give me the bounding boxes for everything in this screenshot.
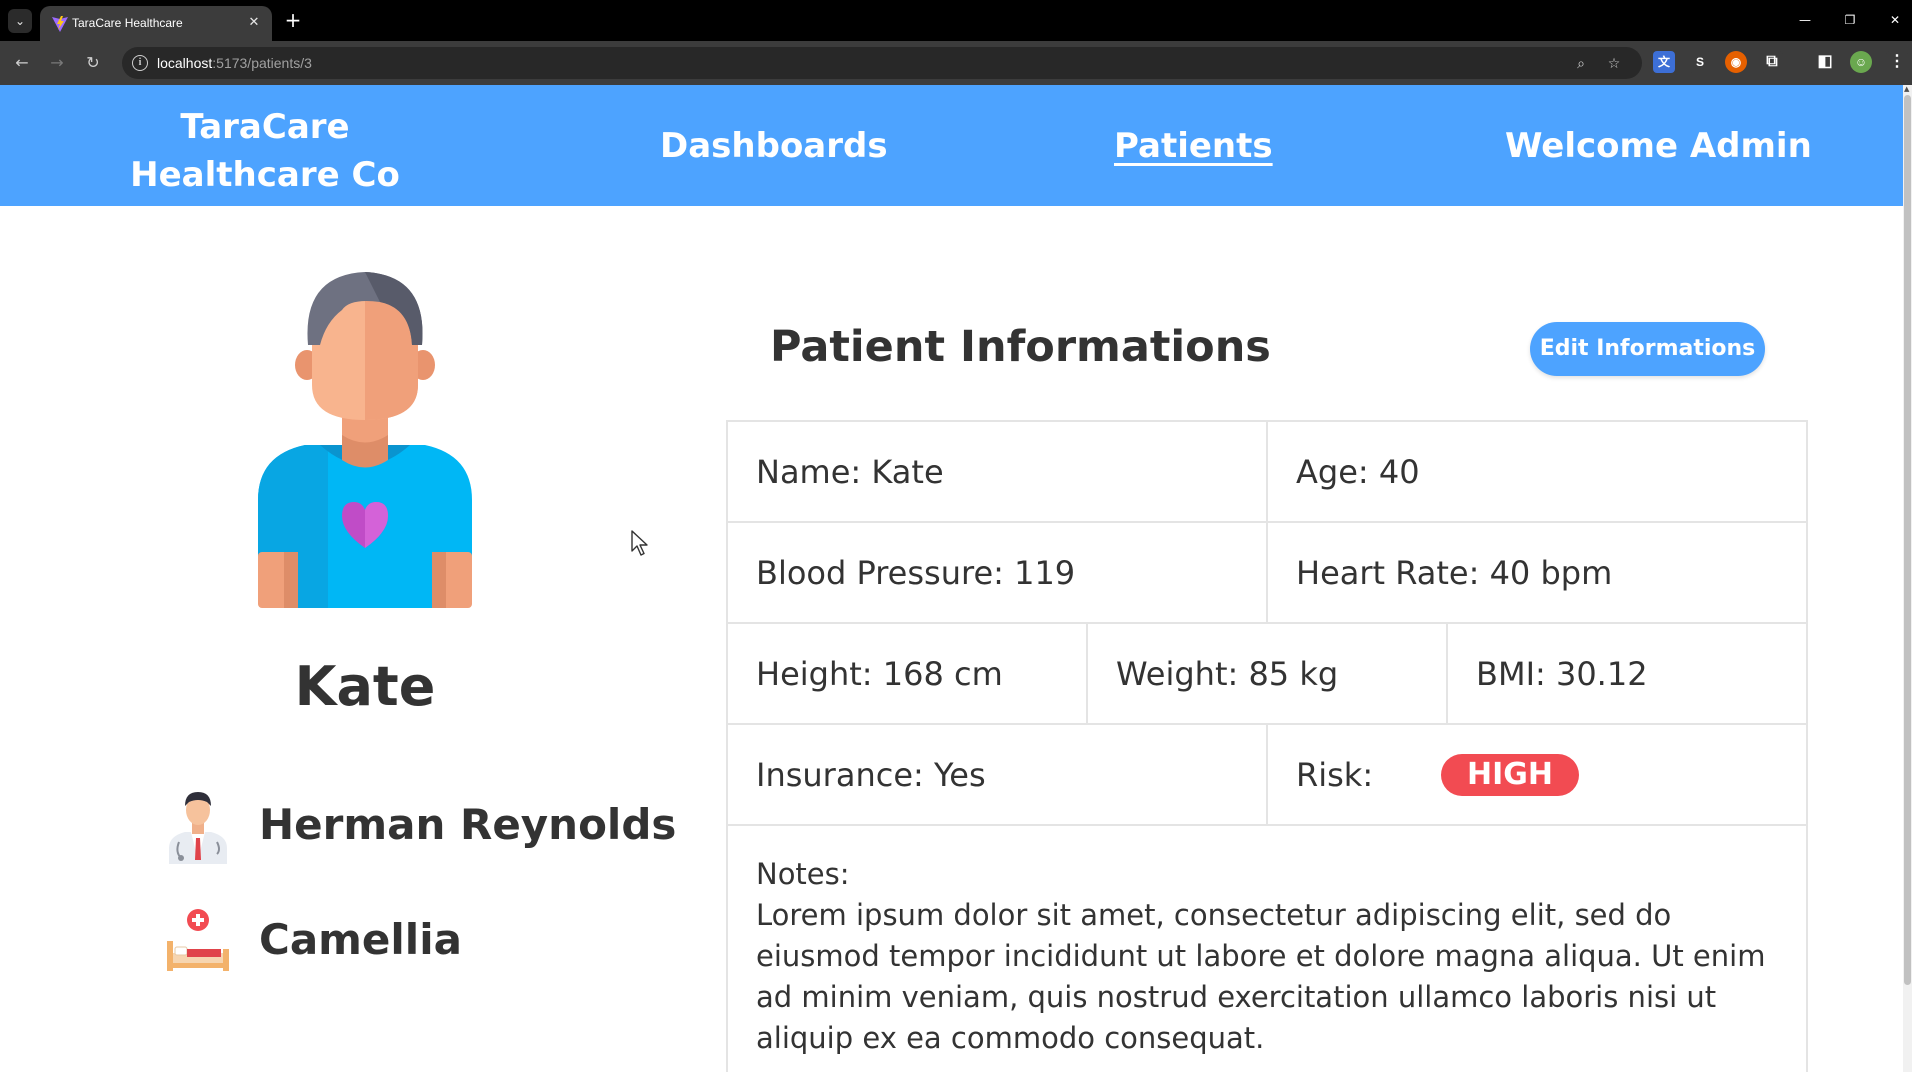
new-tab-icon[interactable]: +: [280, 7, 306, 33]
address-bar[interactable]: i localhost:5173/patients/3 ⌕ ☆: [122, 47, 1642, 79]
app-navbar: TaraCare Healthcare Co Dashboards Patien…: [0, 85, 1903, 206]
patient-info-grid: Name: Kate Age: 40 Blood Pressure: 119 H…: [726, 420, 1808, 1072]
brand-logo-text[interactable]: TaraCare Healthcare Co: [120, 103, 410, 199]
menu-kebab-icon[interactable]: ⋮: [1886, 51, 1908, 73]
height-field: Height: 168 cm: [728, 624, 1088, 723]
minimize-icon[interactable]: —: [1788, 6, 1822, 34]
weight-field: Weight: 85 kg: [1088, 624, 1448, 723]
blood-pressure-field: Blood Pressure: 119: [728, 523, 1268, 622]
browser-tab[interactable]: TaraCare Healthcare ✕: [40, 6, 272, 41]
reload-icon[interactable]: ↻: [80, 50, 106, 76]
insurance-field: Insurance: Yes: [728, 725, 1268, 824]
page-scrollbar[interactable]: ▲: [1903, 85, 1912, 1072]
nav-welcome-admin[interactable]: Welcome Admin: [1505, 123, 1812, 169]
notes-field: Notes: Lorem ipsum dolor sit amet, conse…: [726, 824, 1808, 1072]
tab-close-icon[interactable]: ✕: [244, 13, 264, 33]
vite-favicon-icon: [52, 16, 68, 32]
mouse-cursor-icon: [631, 530, 648, 556]
firefox-extension-icon[interactable]: ◉: [1725, 51, 1747, 73]
tab-search-icon[interactable]: ⌄: [8, 9, 32, 33]
scroll-up-arrow-icon[interactable]: ▲: [1904, 85, 1909, 93]
risk-field: Risk: HIGH: [1268, 725, 1808, 824]
window-close-icon[interactable]: ✕: [1878, 6, 1912, 34]
info-row-4: Insurance: Yes Risk: HIGH: [726, 723, 1808, 824]
browser-tab-strip: ⌄ TaraCare Healthcare ✕ + — ❐ ✕: [0, 0, 1912, 41]
translate-extension-icon[interactable]: 文: [1653, 51, 1675, 73]
brand-line-2: Healthcare Co: [130, 155, 400, 195]
doctor-name: Herman Reynolds: [259, 800, 677, 849]
browser-toolbar: ← → ↻ i localhost:5173/patients/3 ⌕ ☆: [0, 41, 1912, 85]
age-field: Age: 40: [1268, 422, 1808, 521]
bookmark-star-icon[interactable]: ☆: [1603, 53, 1625, 75]
back-icon[interactable]: ←: [9, 50, 35, 76]
site-info-icon[interactable]: i: [132, 55, 148, 71]
restore-icon[interactable]: ❐: [1833, 6, 1867, 34]
zoom-icon[interactable]: ⌕: [1570, 53, 1592, 75]
url-path: :5173/patients/3: [212, 55, 312, 71]
patient-info-title: Patient Informations: [770, 322, 1271, 372]
info-row-1: Name: Kate Age: 40: [726, 420, 1808, 521]
name-field: Name: Kate: [728, 422, 1268, 521]
notes-label: Notes:: [756, 857, 850, 891]
info-row-3: Height: 168 cm Weight: 85 kg BMI: 30.12: [726, 622, 1808, 723]
patient-avatar-icon: [258, 272, 472, 608]
doctor-icon: [169, 792, 227, 864]
info-row-2: Blood Pressure: 119 Heart Rate: 40 bpm: [726, 521, 1808, 622]
url-text[interactable]: localhost:5173/patients/3: [157, 47, 312, 79]
s-extension-icon[interactable]: S: [1689, 51, 1711, 73]
edit-informations-button[interactable]: Edit Informations: [1530, 322, 1765, 376]
profile-avatar-icon[interactable]: ☺: [1850, 51, 1872, 73]
url-host: localhost: [157, 55, 213, 71]
bmi-field: BMI: 30.12: [1448, 624, 1808, 723]
tab-title: TaraCare Healthcare: [72, 16, 183, 30]
forward-icon[interactable]: →: [44, 50, 70, 76]
extensions-puzzle-icon[interactable]: ⧉: [1761, 51, 1783, 73]
nav-dashboards-link[interactable]: Dashboards: [660, 123, 888, 169]
patient-avatar: [250, 270, 480, 610]
risk-badge: HIGH: [1441, 753, 1580, 796]
heart-rate-field: Heart Rate: 40 bpm: [1268, 523, 1808, 622]
risk-label: Risk:: [1296, 755, 1374, 794]
brand-line-1: TaraCare: [180, 107, 350, 147]
notes-text: Lorem ipsum dolor sit amet, consectetur …: [756, 898, 1766, 1055]
patient-name-heading: Kate: [294, 655, 436, 718]
scroll-thumb[interactable]: [1904, 95, 1911, 985]
assigned-room: Camellia: [165, 905, 685, 979]
nav-patients-link[interactable]: Patients: [1114, 123, 1273, 169]
room-name: Camellia: [259, 915, 462, 964]
assigned-doctor: Herman Reynolds: [165, 790, 685, 864]
hospital-bed-icon: [167, 909, 229, 971]
side-panel-icon[interactable]: ◧: [1814, 51, 1836, 73]
